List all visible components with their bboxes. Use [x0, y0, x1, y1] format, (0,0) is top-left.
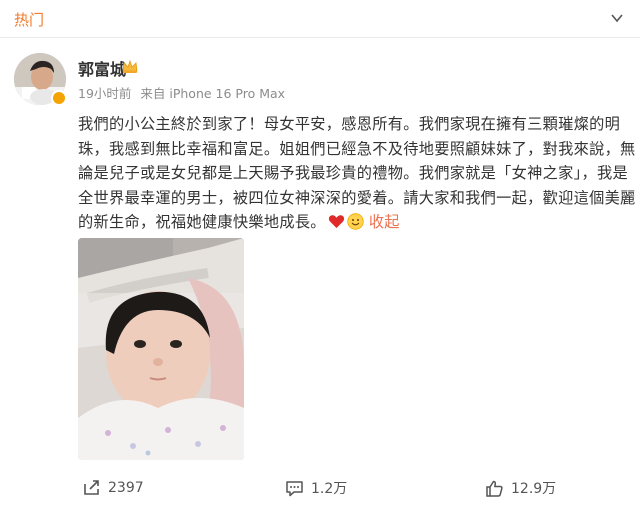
share-icon: [84, 480, 99, 495]
share-button[interactable]: 2397: [82, 478, 144, 497]
smile-icon: [347, 213, 364, 230]
top-bar: 热门: [0, 0, 640, 38]
post-line: 珠，我感到無比幸福和富足。姐姐們已經急不及待地要照顧妹妹了，對我來說，無: [78, 139, 636, 158]
crown-icon: [122, 59, 138, 73]
post-meta: 19小时前 来自 iPhone 16 Pro Max: [78, 83, 290, 102]
post-line-last: 的新生命，祝福她健康快樂地成長。 收起: [78, 210, 626, 235]
like-count: 12.9万: [511, 481, 557, 497]
thumbs-up-icon: [486, 480, 503, 497]
post-line-text: 的新生命，祝福她健康快樂地成長。: [78, 213, 326, 231]
like-button[interactable]: 12.9万: [485, 478, 556, 498]
author-name[interactable]: 郭富城: [78, 56, 126, 80]
post-line: 論是兒子或是女兒都是上天賜予我最珍貴的禮物。我們家就是「女神之家」，我是: [78, 164, 628, 182]
heart-icon: [328, 215, 344, 228]
verified-badge-icon: [51, 90, 67, 106]
post-body: 我們的小公主終於到家了！母女平安，感恩所有。我們家現在擁有三顆璀燦的明 珠，我感…: [78, 112, 636, 235]
share-count: 2397: [108, 479, 144, 496]
post-photo[interactable]: [78, 238, 244, 460]
post-line: 我們的小公主終於到家了！母女平安，感恩所有。我們家現在擁有三顆璀燦的明: [78, 115, 621, 133]
post-time: 19小时前: [78, 86, 132, 101]
post-line: 全世界最幸運的男士，被四位女神深深的愛着。請大家和我們一起，歡迎這個美麗: [78, 188, 636, 207]
action-bar: 2397 1.2万 12.9万: [0, 470, 640, 507]
page-title: 热门: [14, 11, 45, 29]
chevron-down-icon[interactable]: [610, 11, 624, 25]
comment-icon: [286, 480, 303, 496]
collapse-link[interactable]: 收起: [369, 213, 400, 231]
post-source: 来自 iPhone 16 Pro Max: [140, 86, 286, 101]
comment-count: 1.2万: [311, 481, 348, 497]
comment-button[interactable]: 1.2万: [285, 478, 347, 498]
